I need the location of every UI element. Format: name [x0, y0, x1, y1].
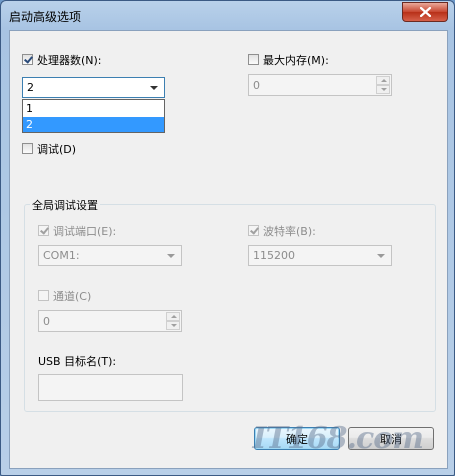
- processors-combobox[interactable]: 2: [22, 77, 165, 98]
- channel-checkbox[interactable]: [38, 290, 49, 301]
- baud-rate-combobox[interactable]: 115200: [248, 245, 392, 266]
- channel-value: 0: [43, 315, 50, 328]
- processors-option-1[interactable]: 1: [23, 101, 164, 116]
- max-memory-label: 最大内存(M):: [263, 54, 329, 67]
- close-button[interactable]: [402, 2, 448, 22]
- channel-stepper[interactable]: 0: [38, 310, 182, 332]
- usb-target-label: USB 目标名(T):: [38, 355, 117, 368]
- baud-rate-label: 波特率(B):: [263, 225, 316, 238]
- dialog-content: 处理器数(N): 2 1 2 最大内存(M): 0 调试(D) 全局调试设置 调…: [9, 30, 448, 469]
- debug-checkbox[interactable]: [22, 143, 33, 154]
- debug-port-checkbox[interactable]: [38, 225, 49, 236]
- window-title: 启动高级选项: [9, 10, 82, 24]
- usb-target-input[interactable]: [38, 374, 183, 401]
- processors-checkbox[interactable]: [22, 54, 33, 65]
- channel-label: 通道(C): [53, 290, 92, 303]
- spin-up-icon[interactable]: [166, 312, 180, 321]
- chevron-down-icon[interactable]: [377, 254, 385, 258]
- title-bar[interactable]: 启动高级选项: [1, 1, 454, 29]
- spin-down-icon[interactable]: [376, 85, 390, 94]
- chevron-down-icon[interactable]: [150, 86, 158, 90]
- processors-label: 处理器数(N):: [37, 54, 102, 67]
- close-icon: [419, 7, 431, 17]
- spin-down-icon[interactable]: [166, 321, 180, 330]
- processors-dropdown-list: 1 2: [22, 99, 165, 133]
- chevron-down-icon[interactable]: [167, 254, 175, 258]
- spin-up-icon[interactable]: [376, 76, 390, 85]
- debug-label: 调试(D): [37, 143, 77, 156]
- max-memory-value: 0: [253, 79, 260, 92]
- processors-value: 2: [27, 81, 34, 94]
- processors-option-2[interactable]: 2: [23, 117, 164, 132]
- debug-port-label: 调试端口(E):: [53, 225, 117, 238]
- baud-rate-value: 115200: [253, 249, 295, 262]
- debug-port-combobox[interactable]: COM1:: [38, 245, 182, 266]
- watermark-logo: IT168.com: [252, 421, 424, 456]
- debug-port-value: COM1:: [43, 249, 80, 262]
- dialog-window: 启动高级选项 处理器数(N): 2 1 2 最大内存(M): 0 调试(D) 全…: [0, 0, 455, 476]
- global-debug-title: 全局调试设置: [30, 197, 100, 213]
- max-memory-stepper[interactable]: 0: [248, 74, 392, 96]
- baud-rate-checkbox[interactable]: [248, 225, 259, 236]
- max-memory-checkbox[interactable]: [248, 54, 259, 65]
